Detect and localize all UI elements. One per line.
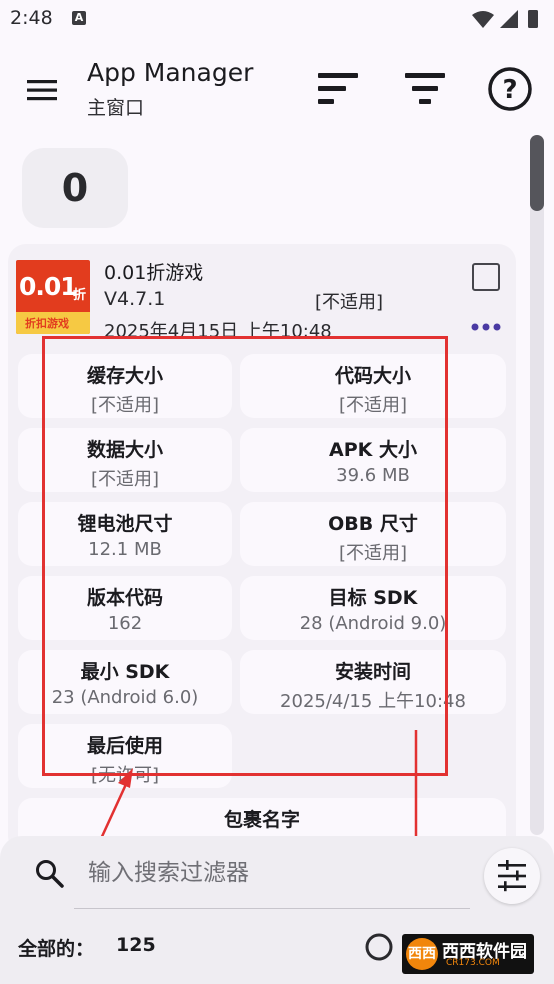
tile-value: [无许可] [90,765,160,786]
tile-data-size: 数据大小 [不适用] [18,428,232,492]
tile-version-code: 版本代码 162 [18,576,232,640]
signal-icon [500,10,518,28]
battery-icon [528,10,538,28]
tile-install-time: 安装时间 2025/4/15 上午10:48 [240,650,506,714]
tile-target-sdk: 目标 SDK 28 (Android 9.0) [240,576,506,640]
tile-label: OBB 尺寸 [328,513,418,535]
tile-value: 23 (Android 6.0) [51,687,199,708]
select-checkbox[interactable] [472,263,500,291]
search-input[interactable] [86,848,470,898]
tile-last-used: 最后使用 [无许可] [18,724,232,788]
tile-label: 最小 SDK [80,661,170,683]
tile-label: 目标 SDK [328,587,418,609]
tune-icon[interactable] [484,848,540,904]
tile-value: 28 (Android 9.0) [299,613,447,634]
tile-value: [不适用] [338,395,408,416]
app-date: 2025年4月15日 上午10:48 [104,321,332,342]
tile-label: 代码大小 [334,365,411,387]
more-options-icon[interactable] [470,312,502,342]
app-logo: 0.01 折 折扣游戏 [16,260,90,334]
tile-label: 缓存大小 [86,365,163,387]
tile-value: [不适用] [90,469,160,490]
logo-suffix-text: 折 [73,288,87,303]
app-version: V4.7.1 [104,288,166,310]
app-title: App Manager [87,58,254,87]
tile-value: 2025/4/15 上午10:48 [280,691,466,712]
tile-label: 最后使用 [86,735,163,757]
tile-label: 数据大小 [86,439,163,461]
tile-min-sdk: 最小 SDK 23 (Android 6.0) [18,650,232,714]
sort-icon[interactable] [315,69,361,109]
app-name: 0.01折游戏 [104,262,204,284]
app-list-item[interactable]: 0.01 折 折扣游戏 0.01折游戏 V4.7.1 [不适用] 2025年4月… [8,244,516,854]
total-count: 125 [116,934,156,956]
app-tag: [不适用] [315,292,384,313]
menu-icon[interactable] [24,72,60,108]
tile-label: 版本代码 [86,587,163,609]
tile-value: 162 [107,613,143,634]
tile-label: 锂电池尺寸 [77,513,173,535]
tile-cache-size: 缓存大小 [不适用] [18,354,232,418]
tile-value: 12.1 MB [88,539,162,560]
tile-code-size: 代码大小 [不适用] [240,354,506,418]
logo-sub-text: 折扣游戏 [25,317,69,330]
tile-label: APK 大小 [329,439,417,461]
tile-battery-size: 锂电池尺寸 12.1 MB [18,502,232,566]
tile-value: [不适用] [338,543,408,564]
tile-obb-size: OBB 尺寸 [不适用] [240,502,506,566]
status-icons [472,10,538,28]
tile-label: 包裹名字 [223,809,300,831]
total-label: 全部的： [18,938,95,960]
wifi-icon [472,11,494,28]
watermark-logo: 西西 西西软件园 CR173.COM [402,934,534,974]
app-subtitle: 主窗口 [87,97,145,119]
tile-label: 安装时间 [334,661,411,683]
logo-main-text: 0.01 [19,272,78,301]
svg-text:?: ? [502,75,517,105]
watermark-badge: 西西 [406,938,438,970]
scrollbar-thumb[interactable] [530,135,544,211]
watermark-url: CR173.COM [446,958,500,968]
tile-value: [不适用] [90,395,160,416]
notification-badge-icon: A [72,11,86,25]
tile-value: 39.6 MB [336,465,410,486]
filter-icon[interactable] [402,69,448,109]
status-bar: 2:48 A [0,0,554,40]
tile-apk-size: APK 大小 39.6 MB [240,428,506,492]
scrollbar[interactable] [530,135,544,835]
help-icon[interactable]: ? [486,65,534,113]
search-underline [74,908,470,909]
status-time: 2:48 [10,7,53,29]
app-bar: App Manager 主窗口 ? [0,50,554,130]
refresh-icon[interactable] [362,930,396,964]
search-icon [36,860,64,888]
selection-count-badge[interactable]: 0 [22,148,128,228]
